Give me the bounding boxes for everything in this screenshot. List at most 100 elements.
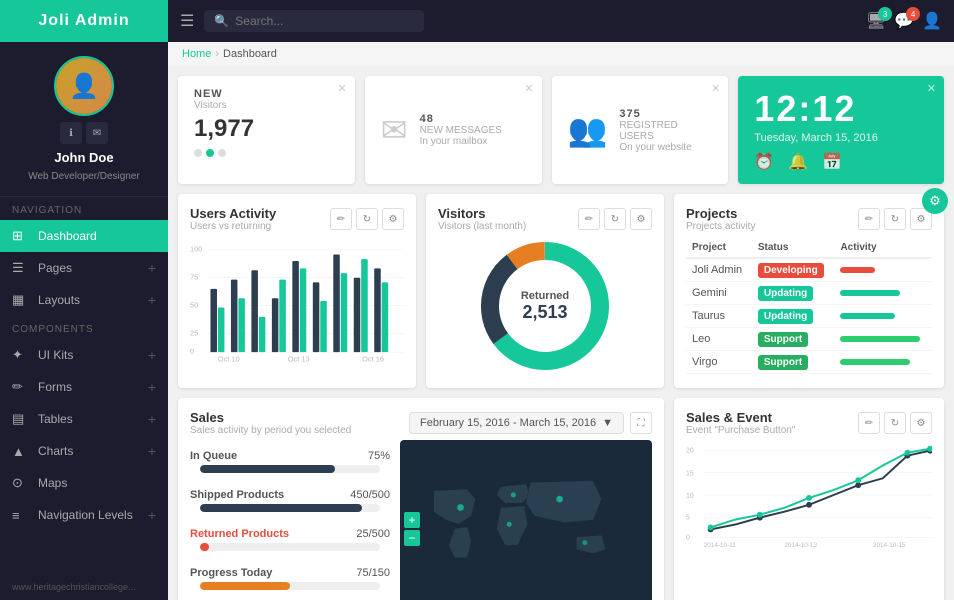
sales-progress-bar <box>200 582 380 590</box>
panel-subtitle: Projects activity <box>686 221 755 232</box>
clock-icon[interactable]: ⏰ <box>754 152 774 172</box>
stat-card-visitors: ✕ NEW Visitors 1,977 <box>178 76 355 184</box>
panel-header: Visitors Visitors (last month) ✏ ↻ ⚙ <box>438 206 652 232</box>
sidebar-item-ui-kits[interactable]: ✦ UI Kits + <box>0 339 168 371</box>
sidebar-item-forms[interactable]: ✏ Forms + <box>0 371 168 403</box>
settings-button[interactable]: ⚙ <box>630 208 652 230</box>
panel-subtitle: Visitors (last month) <box>438 221 526 232</box>
search-input[interactable] <box>235 14 414 28</box>
sidebar-item-pages[interactable]: ☰ Pages + <box>0 252 168 284</box>
stat-title: NEW <box>194 88 339 100</box>
settings-button[interactable]: ⚙ <box>382 208 404 230</box>
panel-subtitle: Sales activity by period you selected <box>190 425 351 436</box>
svg-text:50: 50 <box>190 301 198 310</box>
close-button[interactable]: ✕ <box>927 82 936 95</box>
edit-button[interactable]: ✏ <box>858 412 880 434</box>
sales-stat-value: 450/500 <box>350 489 390 501</box>
bottom-row: Sales Sales activity by period you selec… <box>178 398 944 600</box>
sales-progress-bar <box>200 504 380 512</box>
stat-subtitle: REGISTRED USERS <box>619 120 712 142</box>
clock-time: 12:12 <box>754 88 928 130</box>
panel-title-group: Projects Projects activity <box>686 206 755 232</box>
chevron-down-icon: ▼ <box>602 417 613 429</box>
sales-stat-item: In Queue 75% <box>190 450 390 473</box>
refresh-button[interactable]: ↻ <box>356 208 378 230</box>
col-activity: Activity <box>834 238 932 258</box>
dot3 <box>218 149 226 157</box>
sidebar-item-dashboard[interactable]: ⊞ Dashboard <box>0 220 168 252</box>
sales-stat-label: Progress Today <box>190 567 272 579</box>
stat-card-users: ✕ 👥 375 REGISTRED USERS On your website <box>552 76 729 184</box>
stat-subtitle2: In your mailbox <box>420 136 502 147</box>
sales-stat-item: Progress Today 75/150 <box>190 567 390 590</box>
sidebar-item-layouts[interactable]: ▦ Layouts + <box>0 284 168 316</box>
settings-button[interactable]: ⚙ <box>910 412 932 434</box>
sidebar-header: Joli Admin <box>0 0 168 42</box>
status-badge: Support <box>758 332 808 347</box>
table-row: Joli Admin Developing <box>686 258 932 282</box>
sales-bar-fill <box>200 465 335 473</box>
project-name: Joli Admin <box>686 258 752 282</box>
refresh-button[interactable]: ↻ <box>884 208 906 230</box>
edit-button[interactable]: ✏ <box>858 208 880 230</box>
svg-text:75: 75 <box>190 273 198 282</box>
map-zoom-in-button[interactable]: + <box>404 512 420 528</box>
menu-button[interactable]: ☰ <box>180 11 194 31</box>
close-button[interactable]: ✕ <box>711 82 720 95</box>
returned-label: Returned <box>521 290 569 302</box>
calendar-icon[interactable]: 📅 <box>822 152 842 172</box>
svg-text:2014-10-13: 2014-10-13 <box>784 542 817 549</box>
sidebar-item-maps[interactable]: ⊙ Maps <box>0 467 168 499</box>
user-name: John Doe <box>54 150 113 165</box>
panel-title-group: Users Activity Users vs returning <box>190 206 276 232</box>
bell-icon[interactable]: 🔔 <box>788 152 808 172</box>
notifications-icon[interactable]: 🖥 3 <box>866 11 886 31</box>
profile-mail-button[interactable]: ✉ <box>86 122 108 144</box>
clock-card: ✕ 12:12 Tuesday, March 15, 2016 ⏰ 🔔 📅 <box>738 76 944 184</box>
panel-subtitle: Event "Purchase Button" <box>686 425 795 436</box>
panel-title: Sales & Event <box>686 410 795 425</box>
date-range-picker[interactable]: February 15, 2016 - March 15, 2016 ▼ <box>409 412 624 434</box>
refresh-button[interactable]: ↻ <box>884 412 906 434</box>
messages-icon[interactable]: 💬 4 <box>894 11 914 31</box>
close-button[interactable]: ✕ <box>338 82 347 95</box>
sales-stat-header: Progress Today 75/150 <box>190 567 390 579</box>
panel-title-group: Sales & Event Event "Purchase Button" <box>686 410 795 436</box>
forms-icon: ✏ <box>12 379 30 395</box>
svg-text:0: 0 <box>190 347 194 356</box>
charts-row: ⚙ Users Activity Users vs returning ✏ ↻ … <box>178 194 944 388</box>
expand-icon: + <box>148 443 156 459</box>
breadcrumb-home[interactable]: Home <box>182 48 211 60</box>
expand-icon: + <box>148 379 156 395</box>
search-box[interactable]: 🔍 <box>204 10 424 32</box>
users-activity-panel: Users Activity Users vs returning ✏ ↻ ⚙ … <box>178 194 416 388</box>
panel-actions: ✏ ↻ ⚙ <box>858 412 932 434</box>
settings-gear-button[interactable]: ⚙ <box>922 188 948 214</box>
returned-number: 2,513 <box>521 302 569 323</box>
envelope-icon: ✉ <box>381 111 408 149</box>
sidebar-item-charts[interactable]: ▲ Charts + <box>0 435 168 467</box>
profile-info-button[interactable]: ℹ <box>60 122 82 144</box>
sidebar-item-label: UI Kits <box>38 348 148 362</box>
edit-button[interactable]: ✏ <box>578 208 600 230</box>
users-info: 375 REGISTRED USERS On your website <box>619 108 712 153</box>
user-icon[interactable]: 👤 <box>922 11 942 31</box>
fullscreen-button[interactable]: ⛶ <box>630 412 652 434</box>
expand-icon: + <box>148 507 156 523</box>
project-name: Leo <box>686 328 752 351</box>
sidebar-item-tables[interactable]: ▤ Tables + <box>0 403 168 435</box>
sidebar-item-nav-levels[interactable]: ≡ Navigation Levels + <box>0 499 168 531</box>
close-button[interactable]: ✕ <box>524 82 533 95</box>
stat-subtitle: Visitors <box>194 100 339 111</box>
pages-icon: ☰ <box>12 260 30 276</box>
status-badge: Developing <box>758 263 824 278</box>
app-title: Joli Admin <box>12 12 156 30</box>
map-zoom-out-button[interactable]: − <box>404 530 420 546</box>
edit-button[interactable]: ✏ <box>330 208 352 230</box>
panel-subtitle: Users vs returning <box>190 221 276 232</box>
world-map-svg <box>400 440 652 600</box>
refresh-button[interactable]: ↻ <box>604 208 626 230</box>
uikits-icon: ✦ <box>12 347 30 363</box>
svg-text:5: 5 <box>686 515 690 522</box>
nav-section-label: Navigation <box>0 197 168 220</box>
